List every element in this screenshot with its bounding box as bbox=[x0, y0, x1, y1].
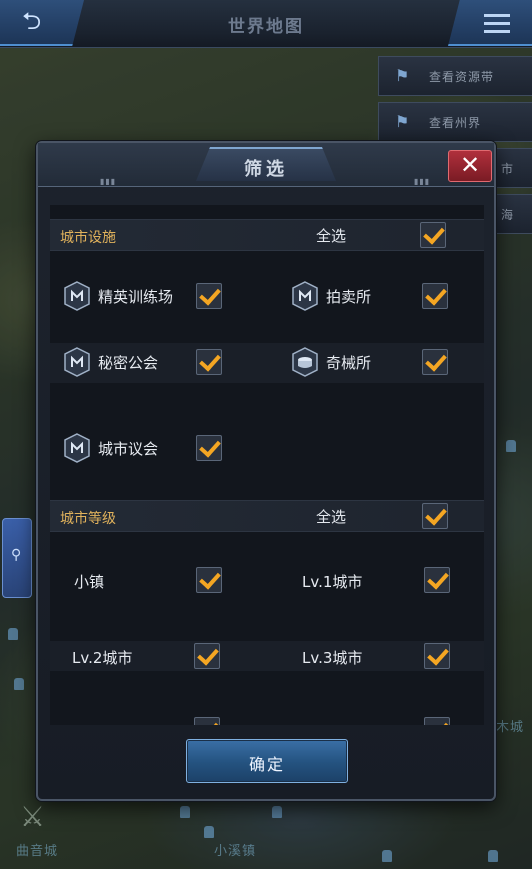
city-level-label: Lv.2城市 bbox=[72, 649, 133, 667]
list-menu-icon bbox=[484, 14, 510, 38]
filter-list[interactable]: 城市设施 全选 精英训练场 拍卖所 秘密公会 奇械所 城市议会 城市等级 全选 … bbox=[50, 205, 484, 725]
flag-icon: ⚑ bbox=[395, 66, 410, 85]
select-all-checkbox[interactable] bbox=[420, 222, 446, 248]
city-level-checkbox[interactable] bbox=[424, 717, 450, 725]
section-header-city-facilities: 城市设施 全选 bbox=[50, 219, 484, 251]
filter-dialog: 筛选 ▮▮▮ ▮▮▮ ✕ 城市设施 全选 精英训练场 拍卖所 秘密公会 奇械所 … bbox=[36, 141, 496, 801]
city-level-checkbox[interactable] bbox=[424, 643, 450, 669]
facility-label: 奇械所 bbox=[326, 354, 372, 372]
map-location-pin[interactable]: ⚲ bbox=[2, 518, 32, 598]
section-header-city-level: 城市等级 全选 bbox=[50, 500, 484, 532]
close-icon: ✕ bbox=[459, 151, 481, 179]
map-marker[interactable] bbox=[14, 678, 24, 690]
city-level-checkbox[interactable] bbox=[194, 717, 220, 725]
facility-label: 城市议会 bbox=[98, 440, 159, 458]
tower-icon[interactable]: ⚔ bbox=[20, 800, 60, 836]
facility-label: 精英训练场 bbox=[98, 288, 174, 306]
facility-checkbox[interactable] bbox=[422, 283, 448, 309]
facility-checkbox[interactable] bbox=[422, 349, 448, 375]
map-marker[interactable] bbox=[272, 806, 282, 818]
map-city-label[interactable]: 木城 bbox=[496, 716, 524, 735]
side-mini-button[interactable]: 海 bbox=[490, 194, 532, 234]
map-city-label[interactable]: 小溪镇 bbox=[214, 840, 256, 859]
section-label: 城市设施 bbox=[60, 230, 116, 246]
map-marker[interactable] bbox=[180, 806, 190, 818]
map-marker[interactable] bbox=[488, 850, 498, 862]
gear-pot-icon bbox=[292, 347, 318, 377]
facility-checkbox[interactable] bbox=[196, 283, 222, 309]
map-marker[interactable] bbox=[204, 826, 214, 838]
city-level-checkbox[interactable] bbox=[194, 643, 220, 669]
facility-checkbox[interactable] bbox=[196, 349, 222, 375]
flag-icon: ⚑ bbox=[395, 112, 410, 131]
confirm-label: 确定 bbox=[248, 755, 285, 774]
facility-label: 拍卖所 bbox=[326, 288, 372, 306]
header-decoration: ▮▮▮ bbox=[414, 177, 431, 186]
shield-icon bbox=[292, 281, 318, 311]
top-bar: ⮌ 世界地图 bbox=[0, 0, 532, 48]
facility-label: 秘密公会 bbox=[98, 354, 159, 372]
map-city-label[interactable]: 曲音城 bbox=[16, 840, 58, 859]
shield-icon bbox=[64, 433, 90, 463]
map-marker[interactable] bbox=[382, 850, 392, 862]
select-all-checkbox[interactable] bbox=[422, 503, 448, 529]
city-level-label: 小镇 bbox=[74, 573, 105, 591]
city-level-checkbox[interactable] bbox=[424, 567, 450, 593]
side-mini-label: 海 bbox=[501, 208, 514, 222]
facility-checkbox[interactable] bbox=[196, 435, 222, 461]
map-marker[interactable] bbox=[8, 628, 18, 640]
view-state-border-button[interactable]: ⚑ 查看州界 bbox=[378, 102, 532, 142]
view-resource-label: 查看资源带 bbox=[429, 70, 495, 84]
shield-icon bbox=[64, 281, 90, 311]
location-pin-icon: ⚲ bbox=[11, 547, 22, 563]
city-level-checkbox[interactable] bbox=[196, 567, 222, 593]
view-resource-button[interactable]: ⚑ 查看资源带 bbox=[378, 56, 532, 96]
select-all-label: 全选 bbox=[316, 508, 347, 526]
header-decoration: ▮▮▮ bbox=[100, 177, 117, 186]
city-level-label: Lv.1城市 bbox=[302, 573, 363, 591]
map-marker[interactable] bbox=[506, 440, 516, 452]
city-level-label: Lv.3城市 bbox=[302, 649, 363, 667]
select-all-label: 全选 bbox=[316, 227, 347, 245]
list-menu-button[interactable] bbox=[448, 0, 532, 46]
side-mini-button[interactable]: 市 bbox=[490, 148, 532, 188]
side-mini-label: 市 bbox=[501, 162, 514, 176]
close-button[interactable]: ✕ bbox=[448, 150, 492, 182]
dialog-header: 筛选 ▮▮▮ ▮▮▮ ✕ bbox=[38, 143, 494, 187]
section-label: 城市等级 bbox=[60, 511, 116, 527]
confirm-button[interactable]: 确定 bbox=[186, 739, 348, 783]
shield-icon bbox=[64, 347, 90, 377]
view-state-border-label: 查看州界 bbox=[429, 116, 482, 130]
